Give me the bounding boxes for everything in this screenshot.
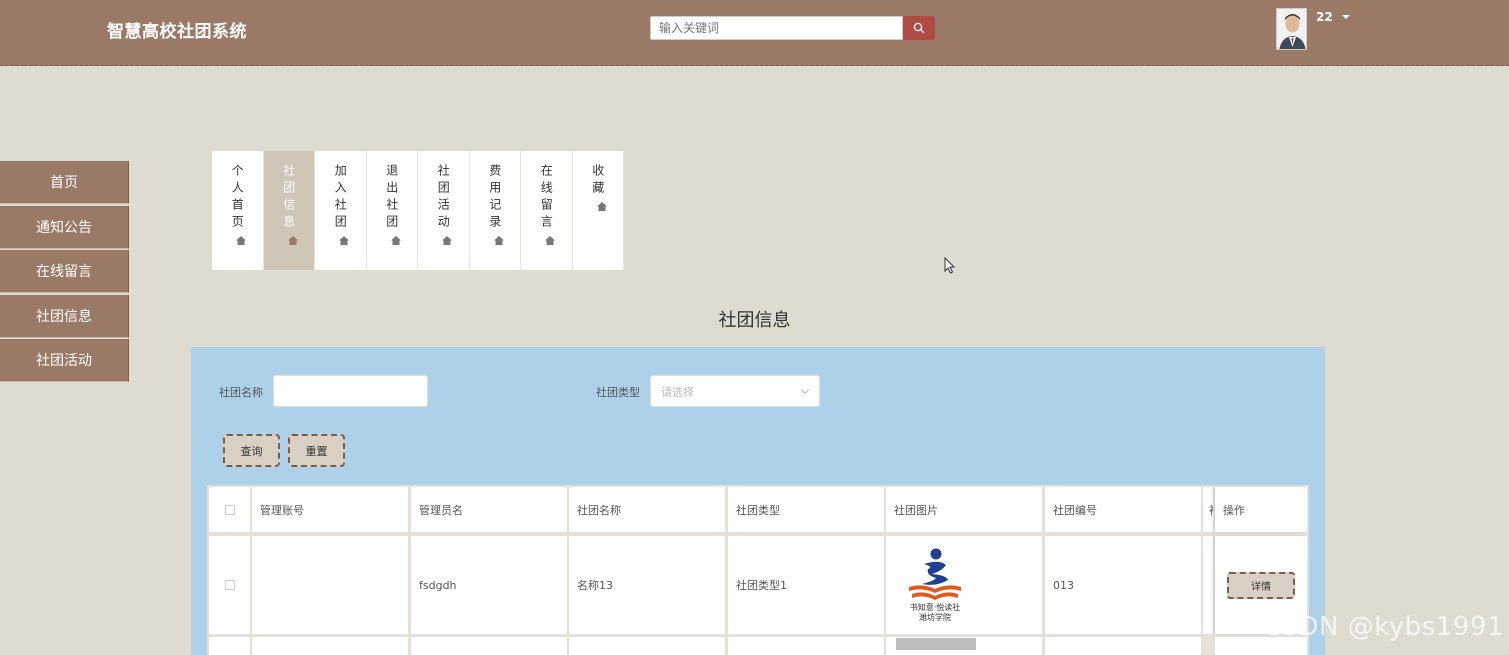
tab-label: 社团活动 [436,164,451,232]
cell-club-name: 名称13 [569,536,725,634]
select-all-checkbox[interactable] [224,504,235,515]
club-logo-image: 书知意·悦读社 潍坊学院 [906,547,964,623]
column-header[interactable]: 社团名称 [569,487,725,532]
cell-club-type: 社团类型1 [728,536,884,634]
brand-title: 智慧高校社团系统 [107,22,247,42]
cell-club-image: 书知意·悦读社 潍坊学院 [886,536,1042,634]
column-header[interactable]: 社团编号 [1045,487,1201,532]
avatar-image [1277,9,1306,49]
search-button[interactable] [903,16,935,40]
tab-quit-club[interactable]: 退出社团 [366,151,418,270]
logo-caption-2: 潍坊学院 [919,613,951,622]
tab-label: 个人首页 [230,164,245,232]
tab-join-club[interactable]: 加入社团 [315,151,367,270]
query-button[interactable]: 查询 [223,434,280,467]
sidebar-item-messages[interactable]: 在线留言 [0,250,129,293]
detail-button[interactable]: 详情 [1227,571,1295,599]
cell-admin-name: fsdgdh [411,536,567,634]
chevron-down-icon [800,385,810,395]
table-row-partial [728,637,884,655]
home-icon [545,236,556,245]
tab-label: 退出社团 [384,164,399,232]
tab-personal-home[interactable]: 个人首页 [212,151,264,270]
club-type-placeholder: 请选择 [661,386,694,399]
chevron-down-icon[interactable] [1342,15,1350,19]
sidebar-item-club-activities[interactable]: 社团活动 [0,339,129,382]
column-header-actions: 操作 [1215,487,1307,532]
reset-button[interactable]: 重置 [288,434,345,467]
home-icon [596,202,607,211]
club-table: 管理账号 管理员名 社团名称 社团类型 社团图片 社团编号 社 操作 fsdgd… [207,485,1309,655]
table-row-partial [886,637,1042,655]
cell-club-no: 013 [1045,536,1201,634]
page-title: 社团信息 [718,310,791,331]
table-row-partial [209,637,250,655]
mouse-cursor-icon [944,257,956,274]
home-icon [236,236,247,245]
home-icon [390,236,401,245]
search-icon [913,22,925,34]
club-search-panel: 社团名称 社团类型 请选择 查询 重置 管理账号 管理员名 社团名称 社团类型 … [191,347,1325,655]
tab-favorites[interactable]: 收藏 [572,151,624,270]
tab-label: 加入社团 [333,164,348,232]
logo-caption-1: 书知意·悦读社 [909,603,961,612]
table-row-partial [411,637,567,655]
home-icon [493,236,504,245]
search-input[interactable] [650,16,903,40]
cell-truncated [1203,536,1213,634]
home-icon [442,236,453,245]
table-row-partial [252,637,408,655]
tab-label: 在线留言 [539,164,554,232]
tab-club-activities[interactable]: 社团活动 [418,151,470,270]
table-row-partial [569,637,725,655]
club-type-label: 社团类型 [596,386,640,399]
column-header[interactable]: 管理账号 [252,487,408,532]
table-row-partial [1045,637,1201,655]
sidebar-item-notice[interactable]: 通知公告 [0,205,129,249]
club-type-select[interactable]: 请选择 [650,375,820,407]
home-icon [339,236,350,245]
home-icon [287,236,298,245]
row-checkbox[interactable] [224,580,235,590]
tab-fee-records[interactable]: 费用记录 [469,151,521,270]
club-name-input[interactable] [273,375,428,407]
tab-club-info[interactable]: 社团信息 [263,151,315,270]
column-header[interactable]: 管理员名 [411,487,567,532]
sidebar-item-home[interactable]: 首页 [0,161,129,204]
reading-club-logo-icon [909,548,961,600]
club-image-partial [896,638,976,650]
user-name[interactable]: 22 [1316,10,1333,24]
club-name-label: 社团名称 [219,386,263,399]
tab-online-messages[interactable]: 在线留言 [521,151,573,270]
tab-label: 费用记录 [487,164,502,232]
sidebar: 首页 通知公告 在线留言 社团信息 社团活动 [0,161,129,384]
cell-account [252,536,408,634]
tab-label: 社团信息 [281,164,296,232]
tab-label: 收藏 [590,164,605,198]
personal-center-tabs: 个人首页 社团信息 加入社团 退出社团 社团活动 费用记录 在线留言 收藏 [212,151,624,270]
watermark: CSDN @kybs1991 [1262,612,1504,642]
top-header: 智慧高校社团系统 22 [0,0,1509,66]
user-avatar[interactable] [1276,8,1307,50]
column-header[interactable]: 社团类型 [728,487,884,532]
select-all-checkbox-cell [209,487,250,532]
column-header[interactable]: 社团图片 [886,487,1042,532]
column-header[interactable]: 社 [1203,487,1213,532]
row-checkbox-cell [209,536,250,634]
